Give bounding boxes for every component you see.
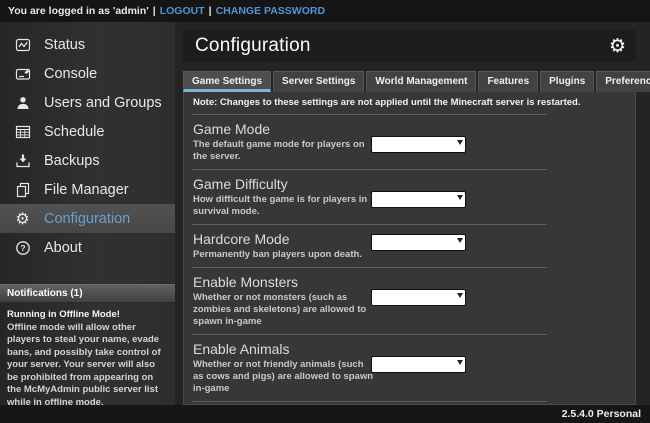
setting-row-hardcore-mode: Hardcore Mode Permanently ban players up… <box>192 225 547 268</box>
notification-text: Offline mode will allow other players to… <box>7 322 168 406</box>
setting-description: Whether or not monsters (such as zombies… <box>193 292 375 328</box>
notifications-header: Notifications (1) <box>0 284 175 303</box>
sidebar-item-console[interactable]: Console <box>0 59 175 88</box>
sidebar-item-configuration[interactable]: ⚙ Configuration <box>0 204 175 233</box>
tab-world-management[interactable]: World Management <box>366 71 476 92</box>
setting-row-game-difficulty: Game Difficulty How difficult the game i… <box>192 170 547 225</box>
main-area: Configuration ⚙ Game Settings Server Set… <box>175 22 650 405</box>
setting-description: The default game mode for players on the… <box>193 139 375 163</box>
svg-text:?: ? <box>20 243 25 253</box>
setting-title: Game Mode <box>193 121 547 137</box>
setting-title: Enable Animals <box>193 341 547 357</box>
version-label: 2.5.4.0 Personal <box>562 408 641 420</box>
sidebar-item-users-and-groups[interactable]: Users and Groups <box>0 88 175 117</box>
gear-icon: ⚙ <box>14 210 31 227</box>
page-title: Configuration <box>195 35 311 57</box>
sidebar-item-label: Status <box>44 37 85 53</box>
restart-note: Note: Changes to these settings are not … <box>192 92 547 115</box>
enable-animals-select[interactable] <box>371 356 466 373</box>
hardcore-mode-select[interactable] <box>371 234 466 251</box>
status-icon <box>14 36 31 53</box>
setting-title: Enable Monsters <box>193 274 547 290</box>
setting-description: Permanently ban players upon death. <box>193 249 375 261</box>
setting-row-enable-animals: Enable Animals Whether or not friendly a… <box>192 335 547 402</box>
tab-server-settings[interactable]: Server Settings <box>273 71 364 92</box>
sidebar-item-schedule[interactable]: Schedule <box>0 117 175 146</box>
setting-title: Hardcore Mode <box>193 231 547 247</box>
gear-icon[interactable]: ⚙ <box>609 37 626 56</box>
tab-features[interactable]: Features <box>478 71 538 92</box>
setting-description: Whether or not friendly animals (such as… <box>193 359 375 395</box>
sidebar: Status Console Users and Groups Schedule <box>0 22 175 405</box>
tab-game-settings[interactable]: Game Settings <box>183 71 271 92</box>
sidebar-item-file-manager[interactable]: File Manager <box>0 175 175 204</box>
console-icon <box>14 65 31 82</box>
topbar: You are logged in as 'admin' | LOGOUT | … <box>0 0 650 22</box>
notifications-panel: Notifications (1) Running in Offline Mod… <box>0 284 175 405</box>
enable-monsters-select[interactable] <box>371 289 466 306</box>
change-password-link[interactable]: CHANGE PASSWORD <box>216 5 325 17</box>
file-manager-icon <box>14 181 31 198</box>
users-icon <box>14 94 31 111</box>
sidebar-item-label: Schedule <box>44 124 104 140</box>
game-difficulty-select[interactable] <box>371 191 466 208</box>
notification-body: Running in Offline Mode! Offline mode wi… <box>0 303 175 405</box>
sidebar-item-label: Configuration <box>44 211 130 227</box>
sidebar-item-label: About <box>44 240 82 256</box>
notification-title: Running in Offline Mode! <box>7 309 168 322</box>
tab-bar: Game Settings Server Settings World Mana… <box>183 71 636 92</box>
separator: | <box>209 5 212 17</box>
sidebar-item-label: Console <box>44 66 97 82</box>
game-mode-select[interactable] <box>371 136 466 153</box>
status-bar: 2.5.4.0 Personal <box>0 405 650 423</box>
setting-row-enable-monsters: Enable Monsters Whether or not monsters … <box>192 268 547 335</box>
logout-link[interactable]: LOGOUT <box>160 5 205 17</box>
sidebar-item-status[interactable]: Status <box>0 30 175 59</box>
sidebar-item-label: Users and Groups <box>44 95 162 111</box>
backups-icon <box>14 152 31 169</box>
tab-plugins[interactable]: Plugins <box>540 71 594 92</box>
setting-description: How difficult the game is for players in… <box>193 194 375 218</box>
sidebar-item-label: Backups <box>44 153 100 169</box>
tab-preferences[interactable]: Preferences <box>596 71 650 92</box>
schedule-icon <box>14 123 31 140</box>
sidebar-nav: Status Console Users and Groups Schedule <box>0 22 175 262</box>
about-icon: ? <box>14 239 31 256</box>
logged-in-text: You are logged in as 'admin' <box>8 5 149 17</box>
sidebar-item-backups[interactable]: Backups <box>0 146 175 175</box>
setting-title: Game Difficulty <box>193 176 547 192</box>
setting-row-enable-npcs: Enable NPCs Whether or not friendly mobs… <box>192 402 547 405</box>
content-header: Configuration ⚙ <box>183 30 636 62</box>
settings-panel: Note: Changes to these settings are not … <box>183 92 636 405</box>
separator: | <box>153 5 156 17</box>
setting-row-game-mode: Game Mode The default game mode for play… <box>192 115 547 170</box>
sidebar-item-about[interactable]: ? About <box>0 233 175 262</box>
sidebar-item-label: File Manager <box>44 182 129 198</box>
